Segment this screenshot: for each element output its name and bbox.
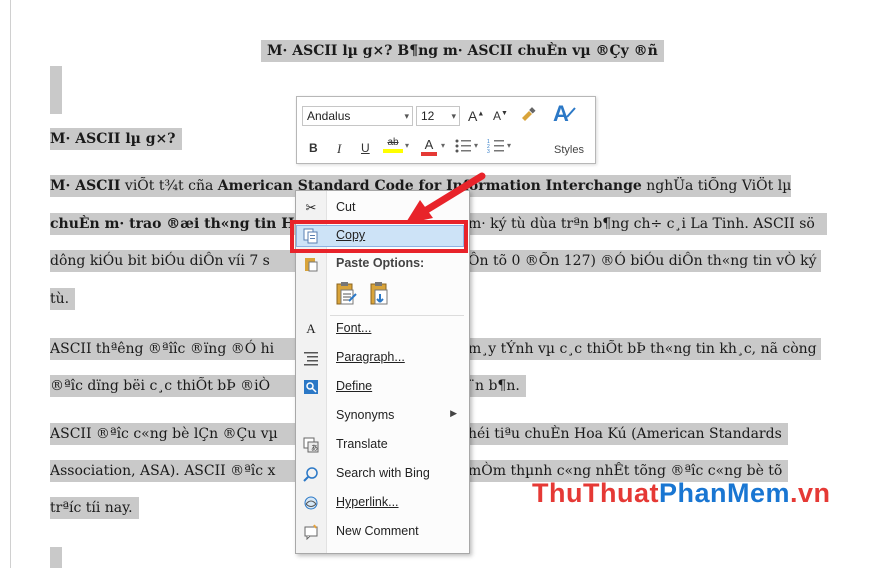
watermark-logo: ThuThuatPhanMem.vn <box>532 478 831 508</box>
